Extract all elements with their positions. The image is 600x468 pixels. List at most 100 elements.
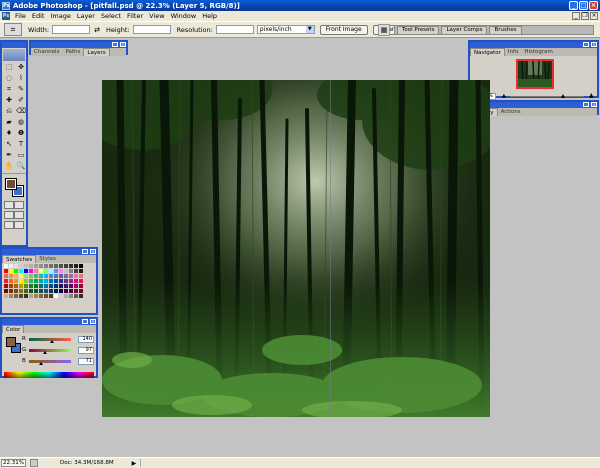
color-slider-thumb[interactable] <box>38 362 43 365</box>
tool-6-icon[interactable]: ✚ <box>3 95 15 106</box>
tab-paths[interactable]: Paths <box>62 48 83 56</box>
zoom-out-icon[interactable]: ▲ <box>502 93 506 99</box>
well-tab-layer-comps[interactable]: Layer Comps <box>441 26 488 34</box>
doc-restore-button[interactable]: ❐ <box>581 12 589 20</box>
color-slider-g[interactable]: G 97 <box>22 347 96 356</box>
standard-screen-mode-button[interactable] <box>4 211 14 219</box>
tab-swatches[interactable]: Swatches <box>2 255 37 263</box>
menu-help[interactable]: Help <box>199 12 220 20</box>
navigator-thumbnail[interactable] <box>516 59 554 89</box>
palette-close-icon[interactable]: × <box>90 319 96 324</box>
zoom-in-icon[interactable]: ▲ <box>589 92 594 99</box>
status-document-icon[interactable] <box>30 459 38 467</box>
palette-minimize-icon[interactable] <box>82 319 88 324</box>
tool-19-icon[interactable]: 🔍 <box>15 161 27 172</box>
color-palette-title-bar[interactable]: × <box>2 319 96 325</box>
tool-4-icon[interactable]: ⌗ <box>3 84 15 95</box>
color-slider-r[interactable]: R 140 <box>22 336 96 345</box>
quick-mask-mode-button[interactable] <box>14 201 24 209</box>
front-image-button[interactable]: Front Image <box>319 24 368 35</box>
tab-info[interactable]: Info <box>505 48 521 56</box>
palette-minimize-icon[interactable] <box>82 249 88 254</box>
menu-layer[interactable]: Layer <box>74 12 98 20</box>
width-input[interactable] <box>52 25 91 34</box>
menu-edit[interactable]: Edit <box>29 12 48 20</box>
menu-select[interactable]: Select <box>98 12 124 20</box>
document-canvas[interactable] <box>102 80 490 417</box>
tool-1-icon[interactable]: ✥ <box>15 62 27 73</box>
palette-minimize-icon[interactable] <box>583 102 589 107</box>
color-slider-thumb[interactable] <box>50 340 55 343</box>
resolution-units-select[interactable]: pixels/inch ▼ <box>256 25 315 34</box>
tool-7-icon[interactable]: ✐ <box>15 95 27 106</box>
tool-15-icon[interactable]: T <box>15 139 27 150</box>
tab-color[interactable]: Color <box>2 325 25 333</box>
jump-to-imageready-button[interactable] <box>14 221 24 229</box>
full-screen-mode-button[interactable] <box>4 221 14 229</box>
palette-minimize-icon[interactable] <box>112 42 118 47</box>
tool-2-icon[interactable]: ◌ <box>3 73 15 84</box>
palette-well-toggle-icon[interactable]: ▦ <box>378 24 390 36</box>
swap-dimensions-icon[interactable]: ⇄ <box>94 26 100 34</box>
navigator-zoom-slider[interactable] <box>510 96 584 97</box>
palette-close-icon[interactable]: × <box>120 42 126 47</box>
palette-minimize-icon[interactable] <box>583 42 589 47</box>
layers-palette-title-bar[interactable]: × <box>31 42 126 48</box>
tab-channels[interactable]: Channels <box>31 48 62 56</box>
vertical-guide[interactable] <box>330 80 331 417</box>
tool-9-icon[interactable]: ⌫ <box>15 106 27 117</box>
color-spectrum-ramp[interactable] <box>4 372 94 378</box>
menu-image[interactable]: Image <box>47 12 73 20</box>
menu-view[interactable]: View <box>146 12 167 20</box>
well-tab-tool-presets[interactable]: Tool Presets <box>397 26 440 34</box>
tool-5-icon[interactable]: ✎ <box>15 84 27 95</box>
palette-close-icon[interactable]: × <box>591 42 597 47</box>
full-screen-menu-mode-button[interactable] <box>14 211 24 219</box>
status-menu-arrow-icon[interactable]: ▶ <box>132 460 137 467</box>
doc-close-button[interactable]: × <box>590 12 598 20</box>
document-icon[interactable]: Ps <box>2 12 10 20</box>
tool-17-icon[interactable]: ▭ <box>15 150 27 161</box>
tool-16-icon[interactable]: ✒ <box>3 150 15 161</box>
resolution-input[interactable] <box>215 25 254 34</box>
color-channel-value[interactable]: 140 <box>78 336 94 343</box>
well-tab-brushes[interactable]: Brushes <box>489 26 522 34</box>
tool-14-icon[interactable]: ↖ <box>3 139 15 150</box>
navigator-zoom-slider-thumb[interactable] <box>561 94 566 98</box>
color-slider-thumb[interactable] <box>42 351 47 354</box>
tool-3-icon[interactable]: ⌇ <box>15 73 27 84</box>
palette-close-icon[interactable]: × <box>591 102 597 107</box>
close-button[interactable]: × <box>589 1 598 10</box>
foreground-color-swatch[interactable] <box>5 178 17 190</box>
menu-window[interactable]: Window <box>168 12 200 20</box>
tool-11-icon[interactable]: ◍ <box>15 117 27 128</box>
minimize-button[interactable]: _ <box>569 1 578 10</box>
tool-18-icon[interactable]: ✋ <box>3 161 15 172</box>
photoshop-feather-logo[interactable] <box>3 49 25 61</box>
tab-histogram[interactable]: Histogram <box>521 48 556 56</box>
swatch-111[interactable] <box>79 294 84 299</box>
palette-close-icon[interactable]: × <box>90 249 96 254</box>
menu-file[interactable]: File <box>12 12 29 20</box>
tool-13-icon[interactable]: ❶ <box>15 128 27 139</box>
tab-styles[interactable]: Styles <box>36 255 59 263</box>
crop-tool-preset-icon[interactable]: ⌗ <box>4 23 22 36</box>
color-channel-value[interactable]: 71 <box>78 358 94 365</box>
color-slider-track[interactable] <box>29 349 71 352</box>
standard-mode-button[interactable] <box>4 201 14 209</box>
color-slider-b[interactable]: B 71 <box>22 358 96 367</box>
tab-layers[interactable]: Layers <box>83 48 110 56</box>
tool-10-icon[interactable]: ▰ <box>3 117 15 128</box>
menu-filter[interactable]: Filter <box>124 12 146 20</box>
tool-8-icon[interactable]: ⎌ <box>3 106 15 117</box>
doc-minimize-button[interactable]: _ <box>572 12 580 20</box>
height-input[interactable] <box>132 25 171 34</box>
tool-12-icon[interactable]: ♦ <box>3 128 15 139</box>
photoshop-app-icon[interactable]: Ps <box>2 1 10 10</box>
color-foreground-swatch[interactable] <box>6 337 16 347</box>
toolbox-title-bar[interactable] <box>2 42 26 48</box>
color-slider-track[interactable] <box>29 360 71 363</box>
swatches-palette-title-bar[interactable]: × <box>2 249 96 255</box>
color-channel-value[interactable]: 97 <box>78 347 94 354</box>
status-zoom-input[interactable]: 22.31% <box>1 459 26 467</box>
